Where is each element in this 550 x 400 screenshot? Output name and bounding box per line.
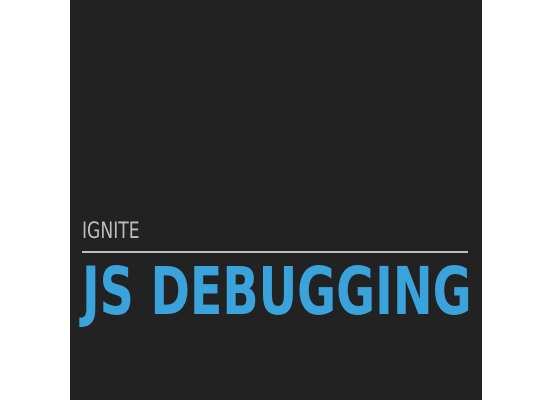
slide-title: JS DEBUGGING [82, 253, 472, 330]
title-slide: IGNITE JS DEBUGGING [70, 0, 482, 400]
slide-subtitle: IGNITE [82, 219, 140, 244]
